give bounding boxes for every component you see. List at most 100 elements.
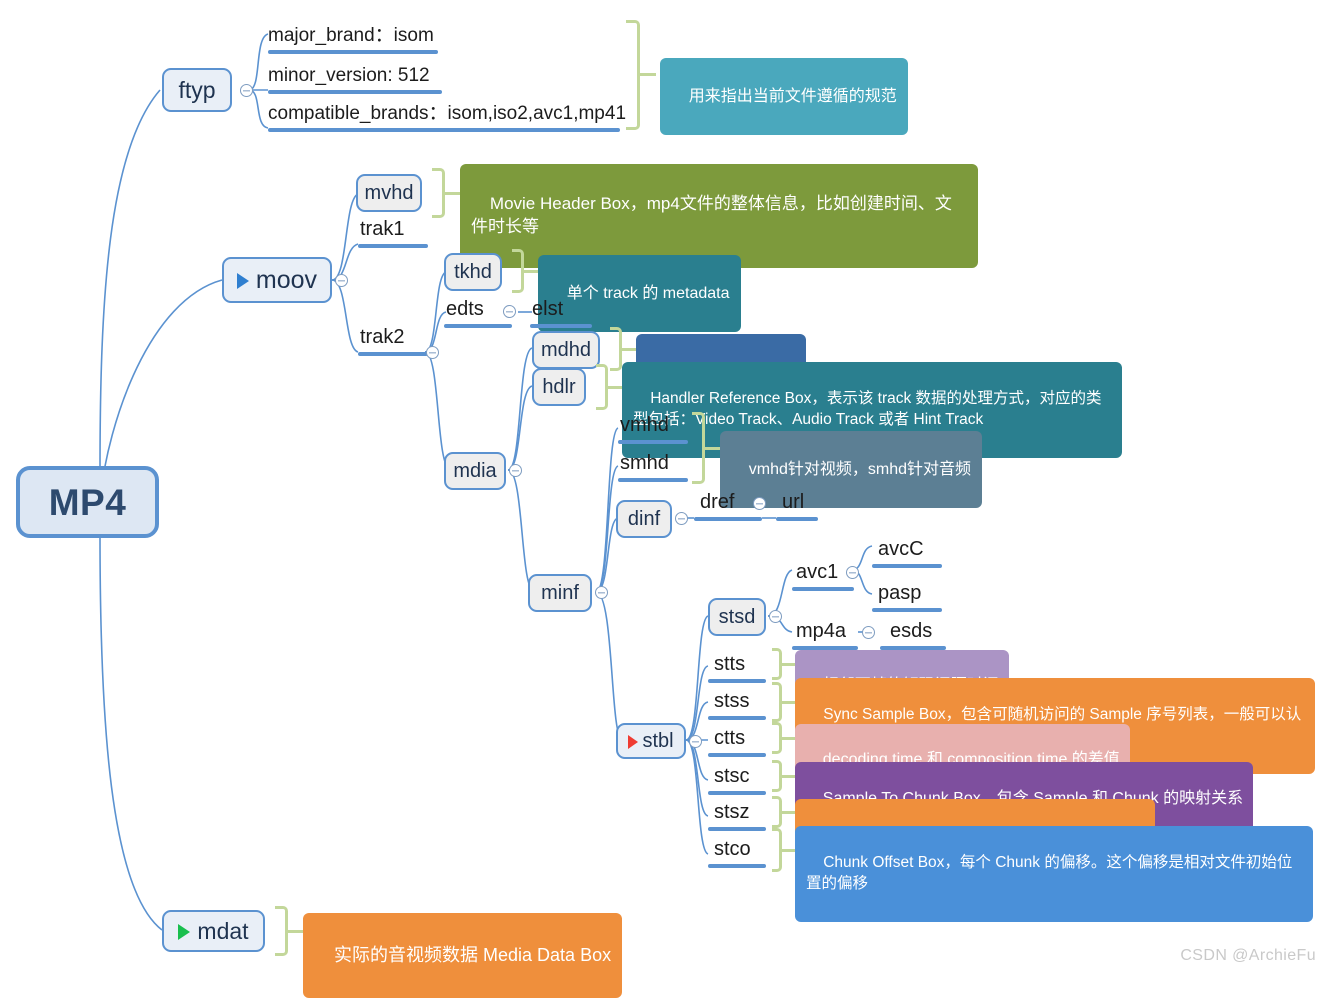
collapse-knob-dref[interactable]: [753, 497, 766, 510]
node-edts[interactable]: edts: [446, 296, 484, 322]
node-elst-label: elst: [532, 298, 564, 320]
node-smhd-label: smhd: [620, 452, 669, 474]
expand-triangle-icon[interactable]: [628, 735, 639, 749]
node-pasp[interactable]: pasp: [878, 580, 921, 606]
bracket-stem-ftyp: [640, 73, 656, 76]
root-node-label: MP4: [48, 481, 127, 523]
node-tkhd-label: tkhd: [454, 261, 492, 283]
node-dref[interactable]: dref: [700, 489, 734, 515]
node-mp4a-label: mp4a: [796, 620, 847, 642]
underline-trak2: [358, 352, 428, 356]
node-ftyp[interactable]: ftyp: [162, 68, 232, 112]
node-edts-label: edts: [446, 298, 484, 320]
bracket-stem-ctts: [782, 737, 795, 740]
bracket-hdlr: [596, 364, 608, 410]
node-trak1[interactable]: trak1: [360, 216, 404, 242]
bracket-stss: [772, 682, 782, 722]
underline-avc1: [792, 587, 854, 591]
bracket-stem-mdat: [288, 930, 303, 933]
node-stsd[interactable]: stsd: [708, 598, 766, 636]
node-mdia[interactable]: mdia: [444, 452, 506, 490]
bracket-stsz: [772, 796, 782, 828]
note-tkhd-text: 单个 track 的 metadata: [566, 284, 730, 302]
bracket-stem-tkhd: [524, 270, 538, 273]
collapse-knob-mp4a[interactable]: [862, 626, 875, 639]
node-hdlr-label: hdlr: [542, 376, 576, 398]
underline-minor-version: [268, 90, 442, 94]
node-moov[interactable]: moov: [222, 257, 332, 303]
collapse-knob-moov[interactable]: [335, 274, 348, 287]
collapse-knob-edts[interactable]: [503, 305, 516, 318]
underline-url: [776, 517, 818, 521]
bracket-mdat: [275, 906, 288, 956]
bracket-ftyp: [626, 20, 640, 130]
node-moov-label: moov: [255, 265, 318, 294]
collapse-knob-stbl[interactable]: [689, 735, 702, 748]
underline-stsz: [708, 827, 766, 831]
node-stbl[interactable]: stbl: [616, 723, 686, 759]
watermark: CSDN @ArchieFu: [1180, 947, 1316, 965]
note-ftyp-text: 用来指出当前文件遵循的规范: [688, 87, 897, 105]
bracket-ctts: [772, 722, 782, 754]
note-mdat: 实际的音视频数据 Media Data Box: [303, 913, 623, 998]
underline-smhd: [618, 478, 688, 482]
underline-trak1: [358, 244, 428, 248]
expand-triangle-icon[interactable]: [178, 924, 191, 940]
mindmap-canvas: MP4 ftyp major_brand：isom minor_version:…: [0, 0, 1330, 998]
underline-edts: [444, 324, 512, 328]
node-tkhd[interactable]: tkhd: [444, 253, 502, 291]
node-dinf[interactable]: dinf: [616, 500, 672, 538]
node-dinf-label: dinf: [627, 508, 661, 530]
collapse-knob-trak2[interactable]: [426, 346, 439, 359]
node-stsc[interactable]: stsc: [714, 763, 750, 789]
bracket-stem-mdhd: [622, 348, 636, 351]
node-esds-label: esds: [890, 620, 933, 642]
node-vmhd[interactable]: vmhd: [620, 412, 669, 438]
node-stts-label: stts: [714, 653, 746, 675]
node-trak2[interactable]: trak2: [360, 324, 404, 350]
collapse-knob-minf[interactable]: [595, 586, 608, 599]
collapse-knob-ftyp[interactable]: [240, 84, 253, 97]
underline-pasp: [872, 608, 942, 612]
node-mvhd[interactable]: mvhd: [356, 174, 422, 212]
node-mdat-label: mdat: [197, 917, 249, 944]
note-tkhd: 单个 track 的 metadata: [538, 255, 741, 332]
node-ctts[interactable]: ctts: [714, 725, 745, 751]
node-stsz[interactable]: stsz: [714, 799, 750, 825]
node-stsd-label: stsd: [718, 606, 756, 628]
note-ftyp: 用来指出当前文件遵循的规范: [660, 58, 908, 135]
collapse-knob-stsd[interactable]: [769, 610, 782, 623]
bracket-vmhd-smhd: [692, 412, 705, 484]
node-mp4a[interactable]: mp4a: [796, 618, 846, 644]
node-avc1[interactable]: avc1: [796, 559, 838, 585]
note-mvhd-text: Movie Header Box，mp4文件的整体信息，比如创建时间、文件时长等: [471, 193, 952, 236]
node-minf[interactable]: minf: [528, 574, 592, 612]
node-url[interactable]: url: [782, 489, 804, 515]
node-compatible-brands[interactable]: compatible_brands：isom,iso2,avc1,mp41: [268, 100, 626, 126]
root-node-mp4[interactable]: MP4: [16, 466, 159, 538]
node-avcc[interactable]: avcC: [878, 536, 924, 562]
node-stsc-label: stsc: [714, 765, 750, 787]
bracket-mdhd: [610, 327, 622, 371]
collapse-knob-dinf[interactable]: [675, 512, 688, 525]
node-mdat[interactable]: mdat: [162, 910, 265, 952]
node-major-brand[interactable]: major_brand：isom: [268, 22, 434, 48]
underline-dref: [694, 517, 762, 521]
underline-stss: [708, 716, 766, 720]
bracket-stem-stts: [782, 663, 795, 666]
node-hdlr[interactable]: hdlr: [532, 368, 586, 406]
node-mdhd[interactable]: mdhd: [532, 331, 600, 369]
node-minor-version[interactable]: minor_version: 512: [268, 62, 430, 88]
node-esds[interactable]: esds: [890, 618, 932, 644]
node-elst[interactable]: elst: [532, 296, 563, 322]
node-stts[interactable]: stts: [714, 651, 745, 677]
node-stss[interactable]: stss: [714, 688, 750, 714]
collapse-knob-avc1[interactable]: [846, 566, 859, 579]
expand-triangle-icon[interactable]: [236, 273, 249, 289]
node-stco[interactable]: stco: [714, 836, 751, 862]
bracket-stem-vmhd-smhd: [705, 447, 720, 450]
node-dref-label: dref: [700, 491, 735, 513]
bracket-stem-stco: [782, 849, 795, 852]
node-smhd[interactable]: smhd: [620, 450, 669, 476]
collapse-knob-mdia[interactable]: [509, 464, 522, 477]
